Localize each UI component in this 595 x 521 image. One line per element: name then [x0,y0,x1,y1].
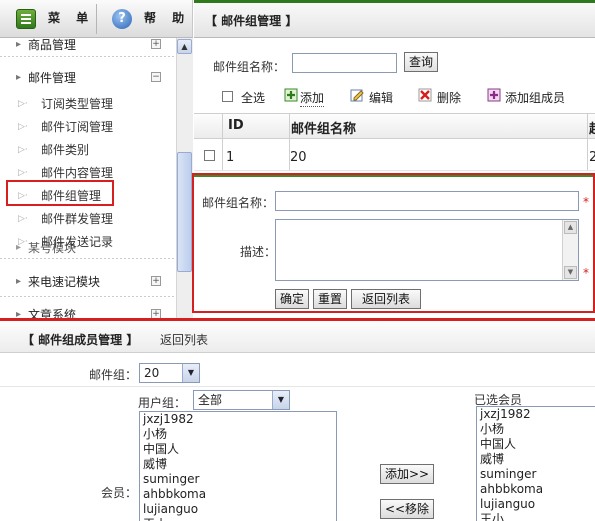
tree-node-icon: ▷· [18,237,28,247]
available-members-list[interactable]: jxzj1982 小杨 中国人 威博 suminger ahbbkoma luj… [139,411,337,521]
list-item[interactable]: 小杨 [140,427,336,442]
list-item[interactable]: 王小 [140,517,336,521]
list-item[interactable]: 王小 [477,512,595,521]
scroll-up-icon[interactable]: ▲ [177,39,192,54]
list-item[interactable]: 威博 [477,452,595,467]
required-mark: * [583,266,589,280]
collapsed-arrow-icon: ▸ [16,309,22,318]
expanded-arrow-icon: ▸ [16,72,22,83]
sidebar-item-send-log[interactable]: ▷· 邮件发送记录 [0,232,176,252]
sidebar-item-subscribe-type[interactable]: ▷· 订阅类型管理 [0,94,176,114]
cell-extra: 2 [589,150,595,165]
back-to-list-link[interactable]: 返回列表 [160,331,208,348]
add-button[interactable]: 添加 [300,89,325,107]
description-label: 描述： [240,245,277,259]
sidebar: ▸ 商品管理 + ▸ 邮件管理 − ▷· 订阅类型管理 ▷· 邮件订阅管理 ▷·… [0,38,176,318]
search-label: 邮件组名称： [213,60,286,74]
form-accent-line [194,175,593,177]
list-item[interactable]: lujianguo [477,497,595,512]
description-field[interactable]: ▲ ▼ [275,219,579,281]
expand-icon[interactable]: + [151,276,161,286]
search-input[interactable] [292,53,397,73]
collapsed-arrow-icon: ▸ [16,39,22,50]
expand-icon[interactable]: + [151,39,161,49]
scroll-down-icon[interactable]: ▼ [564,266,577,279]
list-item[interactable]: ahbbkoma [477,482,595,497]
column-header-id[interactable]: ID [228,118,244,133]
toolbar-separator [96,4,97,34]
list-item[interactable]: 中国人 [140,442,336,457]
help-icon[interactable]: ? [112,9,132,29]
cell-id: 1 [226,150,235,165]
scrollbar-thumb[interactable] [177,152,192,272]
group-name-field[interactable] [275,191,579,211]
selected-members-list[interactable]: jxzj1982 小杨 中国人 威博 suminger ahbbkoma luj… [476,406,595,521]
table-header [194,113,595,139]
add-member-icon[interactable] [487,88,501,102]
sidebar-item-mail-category[interactable]: ▷· 邮件类别 [0,140,176,160]
collapsed-arrow-icon: ▸ [16,276,22,287]
tree-node-icon: ▷· [18,99,28,109]
help-button[interactable]: 帮 助 [144,9,190,26]
remove-member-transfer-button[interactable]: <<移除 [380,499,434,519]
list-item[interactable]: jxzj1982 [140,412,336,427]
chevron-down-icon[interactable]: ▼ [272,391,289,409]
confirm-button[interactable]: 确定 [275,289,309,309]
chevron-down-icon[interactable]: ▼ [182,364,199,382]
column-header-extra[interactable]: 超 [589,118,595,137]
mail-group-select[interactable]: 20 ▼ [139,363,200,383]
sidebar-item-mass-mail[interactable]: ▷· 邮件群发管理 [0,209,176,229]
name-label: 邮件组名称： [202,196,275,210]
list-item[interactable]: jxzj1982 [477,407,595,422]
selected-item-highlight [6,180,114,206]
header-accent-line [194,0,595,3]
list-item[interactable]: 中国人 [477,437,595,452]
back-to-list-button[interactable]: 返回列表 [351,289,421,309]
textarea-scrollbar[interactable]: ▲ ▼ [562,220,578,280]
menu-button[interactable]: 菜 单 [48,9,94,26]
tree-node-icon: ▷· [18,214,28,224]
sidebar-group-call-notes[interactable]: ▸ 来电速记模块 + [0,272,176,292]
mail-group-label: 邮件组： [89,368,138,382]
scroll-up-icon[interactable]: ▲ [564,221,577,234]
edit-button[interactable]: 编辑 [369,89,393,106]
sidebar-group-goods[interactable]: ▸ 商品管理 + [0,38,176,55]
delete-button[interactable]: 删除 [437,89,461,106]
member-panel-title: 【 邮件组成员管理 】 [22,333,139,347]
collapse-icon[interactable]: − [151,72,161,82]
list-item[interactable]: suminger [477,467,595,482]
sidebar-group-mail[interactable]: ▸ 邮件管理 − [0,68,176,88]
tree-node-icon: ▷· [18,145,28,155]
reset-button[interactable]: 重置 [313,289,347,309]
list-item[interactable]: 小杨 [477,422,595,437]
select-all-checkbox[interactable] [222,91,233,102]
delete-icon[interactable] [418,88,432,102]
user-group-select[interactable]: 全部 ▼ [193,390,290,410]
sidebar-group-articles[interactable]: ▸ 文章系统 + [0,305,176,318]
add-member-transfer-button[interactable]: 添加>> [380,464,434,484]
edit-icon[interactable] [350,88,364,102]
menu-icon[interactable] [16,9,36,29]
row-checkbox[interactable] [204,150,215,161]
add-icon[interactable] [284,88,298,102]
sidebar-item-mail-subscribe[interactable]: ▷· 邮件订阅管理 [0,117,176,137]
list-item[interactable]: lujianguo [140,502,336,517]
list-item[interactable]: suminger [140,472,336,487]
tree-node-icon: ▷· [18,122,28,132]
search-button[interactable]: 查询 [404,52,438,72]
list-item[interactable]: ahbbkoma [140,487,336,502]
user-group-label: 用户组： [138,396,187,410]
cell-name: 20 [290,150,307,165]
member-label: 会员： [101,486,138,500]
add-member-button[interactable]: 添加组成员 [505,89,565,106]
required-mark: * [583,195,589,209]
select-all-label[interactable]: 全选 [241,89,265,106]
column-header-name[interactable]: 邮件组名称 [291,118,356,137]
page-title: 【 邮件组管理 】 [205,14,298,28]
expand-icon[interactable]: + [151,309,161,318]
list-item[interactable]: 威博 [140,457,336,472]
